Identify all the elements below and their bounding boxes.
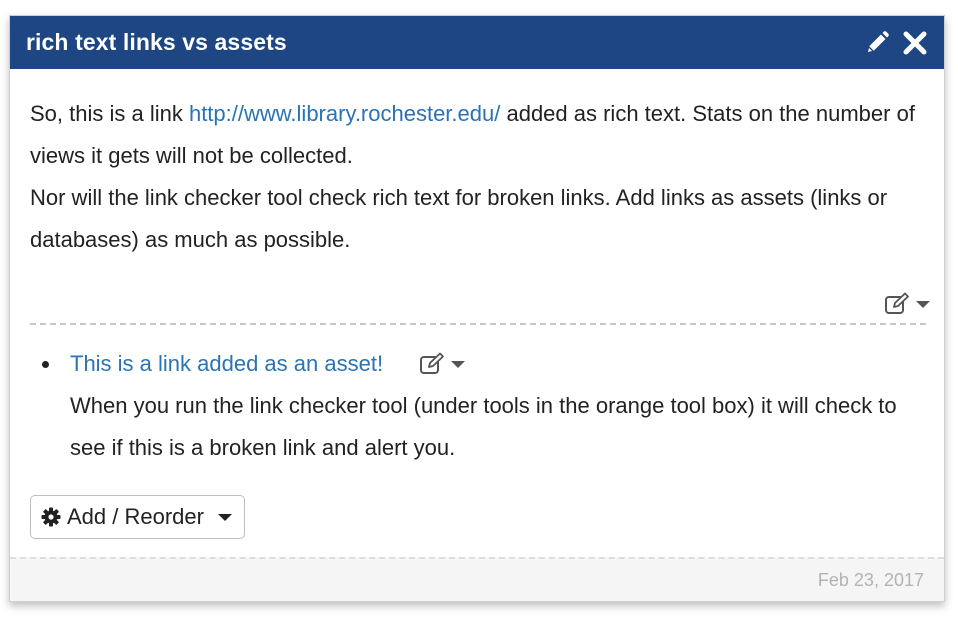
list-item: This is a link added as an asset! When y… [30, 343, 924, 469]
asset-link[interactable]: This is a link added as an asset! [70, 343, 383, 385]
gear-icon [41, 507, 61, 527]
rich-text-edit-dropdown[interactable] [884, 292, 930, 316]
rich-text-content: So, this is a link http://www.library.ro… [10, 69, 944, 261]
asset-edit-dropdown[interactable] [419, 352, 466, 376]
chevron-down-icon [916, 300, 930, 308]
edit-icon [885, 292, 909, 314]
box-footer: Feb 23, 2017 [10, 557, 944, 601]
chevron-down-icon [217, 513, 232, 521]
rich-text-paragraph-2: Nor will the link checker tool check ric… [30, 185, 888, 252]
asset-description: When you run the link checker tool (unde… [70, 393, 897, 460]
title-actions [864, 30, 928, 56]
bullet-icon [42, 361, 49, 368]
rich-text-link[interactable]: http://www.library.rochester.edu/ [189, 101, 500, 126]
content-box: rich text links vs assets So, this is a … [9, 15, 945, 602]
edit-icon [420, 352, 444, 374]
box-title: rich text links vs assets [26, 29, 287, 55]
pencil-icon[interactable] [864, 30, 890, 56]
chevron-down-icon [451, 360, 466, 368]
add-reorder-label: Add / Reorder [67, 504, 204, 529]
rich-text-edit-row [10, 289, 944, 319]
box-titlebar: rich text links vs assets [10, 16, 944, 69]
asset-list: This is a link added as an asset! When y… [10, 325, 944, 469]
add-reorder-button[interactable]: Add / Reorder [30, 495, 245, 539]
last-updated-date: Feb 23, 2017 [817, 569, 924, 590]
close-icon[interactable] [902, 30, 928, 56]
rich-text-paragraph-1: So, this is a link http://www.library.ro… [30, 101, 915, 168]
asset-header: This is a link added as an asset! [70, 343, 924, 385]
